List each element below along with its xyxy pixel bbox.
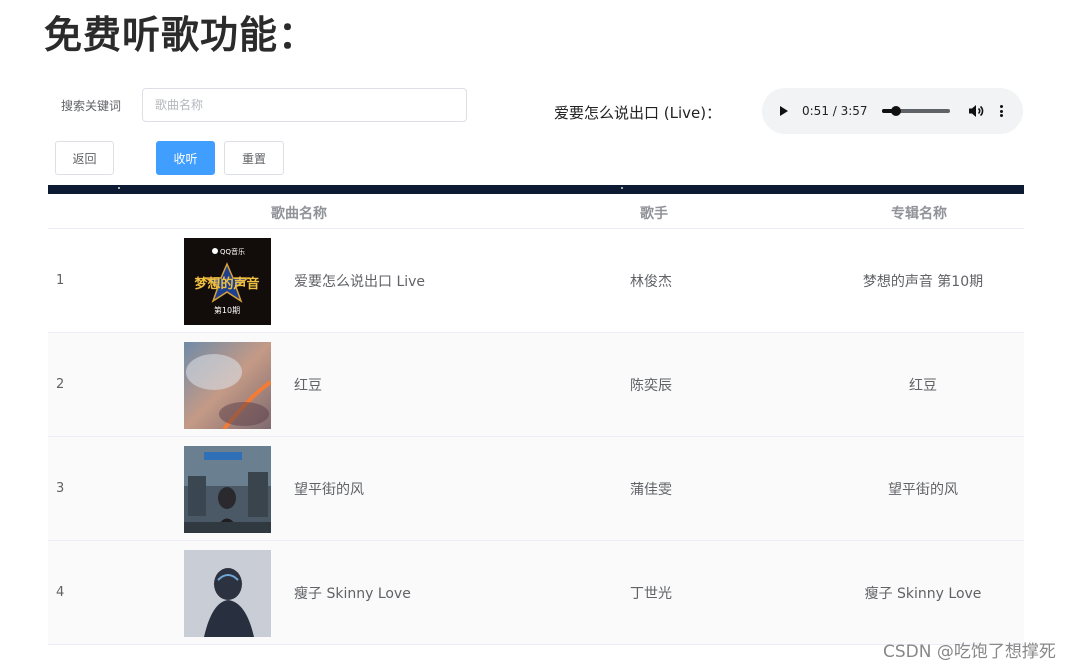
header-album: 专辑名称	[891, 206, 947, 222]
table-row[interactable]: 3 望平街的风 蒲佳雯 望平街的风	[48, 437, 1024, 541]
search-input[interactable]	[142, 88, 467, 122]
header-song: 歌曲名称	[271, 206, 327, 222]
song-name: 爱要怎么说出口 Live	[294, 274, 426, 290]
song-name: 望平街的风	[294, 482, 364, 498]
page-title: 免费听歌功能：	[44, 13, 318, 57]
singer-name: 丁世光	[630, 586, 672, 602]
row-index: 1	[56, 273, 65, 288]
album-cover	[184, 342, 271, 429]
album-name: 瘦子 Skinny Love	[864, 586, 982, 602]
song-name: 红豆	[294, 378, 322, 394]
back-button[interactable]: 返回	[55, 141, 114, 175]
audio-time: 0:51 / 3:57	[802, 104, 868, 118]
cover-logo-text: QQ音乐	[220, 247, 245, 256]
cover-episode-text: 第10期	[214, 305, 240, 315]
audio-progress-thumb[interactable]	[891, 106, 902, 116]
singer-name: 林俊杰	[630, 274, 672, 290]
play-icon[interactable]	[780, 106, 788, 116]
more-vert-icon[interactable]	[999, 105, 1003, 117]
album-cover	[184, 446, 271, 533]
watermark: CSDN @吃饱了想撑死	[883, 642, 1056, 662]
table-row[interactable]: 4 瘦子 Skinny Love 丁世光 瘦子 Skinny Love	[48, 541, 1024, 645]
audio-progress-slider[interactable]	[881, 106, 950, 116]
singer-name: 蒲佳雯	[630, 482, 672, 498]
album-name: 红豆	[909, 378, 937, 394]
singer-name: 陈奕辰	[630, 378, 672, 394]
album-cover	[184, 550, 271, 637]
header-divider-bar	[48, 185, 1024, 194]
cover-title-text: 梦想的声音	[194, 276, 259, 292]
audio-player[interactable]: 0:51 / 3:57	[762, 88, 1023, 134]
table-header: 歌曲名称 歌手 专辑名称	[48, 194, 1024, 229]
album-cover: QQ音乐 梦想的声音 第10期	[184, 238, 271, 325]
row-index: 4	[56, 585, 65, 600]
row-index: 2	[56, 377, 65, 392]
search-label: 搜索关键词	[61, 99, 122, 113]
volume-icon[interactable]	[968, 104, 984, 118]
album-name: 望平街的风	[888, 482, 958, 498]
song-table: 歌曲名称 歌手 专辑名称 1 QQ音乐 梦想的声音 第10期 爱要怎么说出口 L…	[48, 194, 1024, 645]
reset-button[interactable]: 重置	[224, 141, 284, 175]
table-row[interactable]: 2 红豆 陈奕辰 红豆	[48, 333, 1024, 437]
listen-button[interactable]: 收听	[156, 141, 215, 175]
album-name: 梦想的声音 第10期	[862, 274, 984, 290]
header-singer: 歌手	[640, 206, 668, 222]
table-row[interactable]: 1 QQ音乐 梦想的声音 第10期 爱要怎么说出口 Live 林俊杰 梦想的声音…	[48, 229, 1024, 333]
song-name: 瘦子 Skinny Love	[294, 586, 411, 602]
now-playing-label: 爱要怎么说出口 (Live)：	[554, 104, 722, 122]
row-index: 3	[56, 481, 65, 496]
